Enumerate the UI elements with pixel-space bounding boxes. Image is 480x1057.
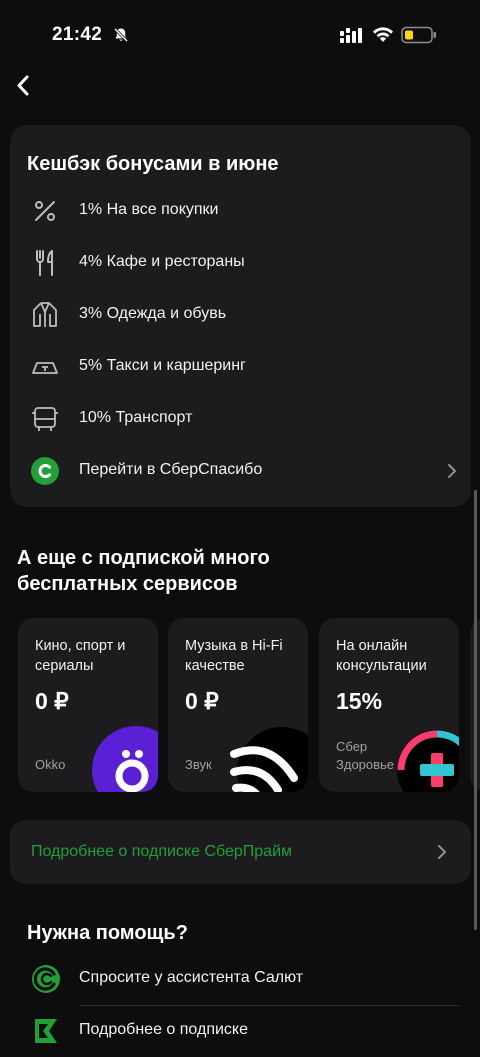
cashback-item-all-purchases: 1% На все покупки <box>10 185 471 237</box>
cashback-item-taxi: 5% Такси и каршеринг <box>10 341 471 393</box>
sber-health-logo-icon <box>397 730 459 792</box>
help-title: Нужна помощь? <box>27 922 188 944</box>
service-value: 0 ₽ <box>185 688 219 714</box>
bell-muted-icon <box>113 27 129 43</box>
cashback-item-label: 3% Одежда и обувь <box>79 305 227 322</box>
service-label: На онлайн консультации <box>336 638 427 674</box>
help-item-salute-assistant[interactable]: Спросите у ассистента Салют <box>0 953 480 1005</box>
sberspasibo-link[interactable]: Перейти в СберСпасибо <box>10 445 471 497</box>
cashback-item-label: 4% Кафе и рестораны <box>79 253 245 270</box>
battery-icon <box>401 26 436 44</box>
help-item-subscription-details[interactable]: Подробнее о подписке <box>0 1005 480 1057</box>
service-card-zvuk[interactable]: Музыка в Hi-Fi качестве 0 ₽ Звук <box>168 618 308 792</box>
sberspasibo-logo-icon <box>31 457 59 485</box>
cashback-item-label: 10% Транспорт <box>79 409 193 426</box>
cashback-card: Кешбэк бонусами в июне 1% На все покупки… <box>10 125 471 507</box>
percent-icon <box>35 201 55 221</box>
status-bar: 21:42 <box>0 0 480 70</box>
status-time: 21:42 <box>52 24 103 45</box>
cashback-item-label: 5% Такси и каршеринг <box>79 357 246 374</box>
sberprime-flag-icon <box>35 1019 57 1043</box>
sberprime-more-link[interactable]: Подробнее о подписке СберПрайм <box>10 820 471 884</box>
cashback-item-clothes: 3% Одежда и обувь <box>10 289 471 341</box>
zvuk-logo-icon <box>230 727 308 792</box>
fork-knife-icon <box>36 250 53 276</box>
wifi-icon <box>373 27 393 42</box>
signal-icon <box>340 28 362 43</box>
service-value: 0 ₽ <box>35 688 69 714</box>
service-label: Музыка в Hi-Fi качестве <box>185 638 283 674</box>
help-item-label: Подробнее о подписке <box>79 1021 248 1038</box>
cashback-item-transport: 10% Транспорт <box>10 393 471 445</box>
taxi-icon <box>32 362 58 374</box>
sberprime-more-label: Подробнее о подписке СберПрайм <box>31 843 293 860</box>
cashback-item-label: 1% На все покупки <box>79 201 219 218</box>
coat-icon <box>33 302 57 327</box>
service-card-okko[interactable]: Кино, спорт и сериалы 0 ₽ Okko <box>18 618 158 792</box>
subscription-heading: А еще с подпиской много бесплатных серви… <box>17 547 270 595</box>
service-card-sber-health[interactable]: На онлайн консультации 15% Сбер Здоровье <box>319 618 459 792</box>
salute-assistant-icon <box>32 965 60 993</box>
scrollbar[interactable] <box>474 490 477 930</box>
sberspasibo-link-label: Перейти в СберСпасибо <box>79 461 263 478</box>
okko-logo-icon <box>92 726 158 792</box>
help-item-label: Спросите у ассистента Салют <box>79 969 304 986</box>
bus-icon <box>32 407 58 431</box>
service-value: 15% <box>336 688 383 714</box>
back-button[interactable] <box>8 68 44 104</box>
cashback-item-cafes: 4% Кафе и рестораны <box>10 237 471 289</box>
service-label: Кино, спорт и сериалы <box>35 638 126 674</box>
cashback-title: Кешбэк бонусами в июне <box>27 153 279 175</box>
chevron-right-icon <box>438 845 446 859</box>
chevron-right-icon <box>448 464 456 478</box>
